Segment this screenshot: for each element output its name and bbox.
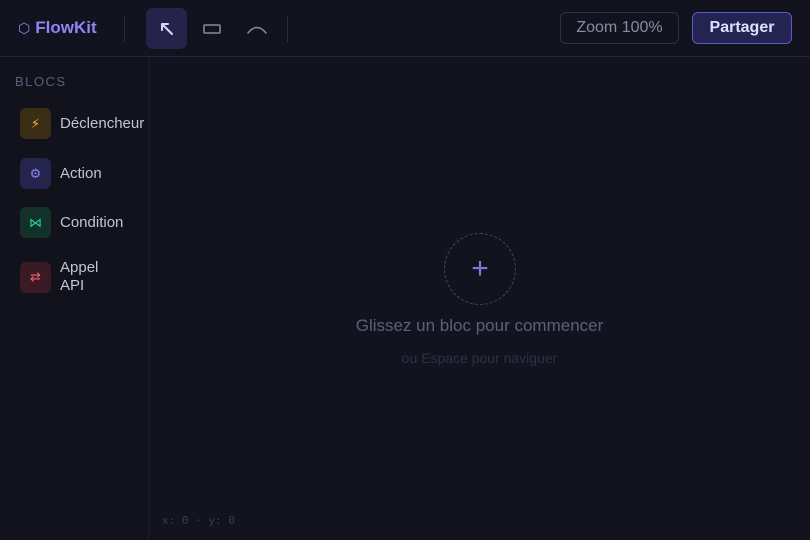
swap-arrows-icon: ⇄ xyxy=(20,261,51,293)
rectangle-icon xyxy=(202,23,221,34)
block-label: Action xyxy=(60,164,102,182)
lightning-icon: ⚡ xyxy=(20,108,51,139)
brand-name: FlowKit xyxy=(35,18,97,37)
empty-state-hint: Glissez un bloc pour commencer xyxy=(355,316,604,335)
block-item-trigger[interactable]: ⚡ Déclencheur xyxy=(20,108,160,139)
select-tool-button[interactable] xyxy=(146,8,187,49)
top-bar: ⬡ FlowKit Zoom 100% Partager xyxy=(0,0,810,57)
block-item-condition[interactable]: ⋈ Condition xyxy=(20,207,160,238)
cursor-arrow-icon xyxy=(160,22,173,35)
connector-tool-button[interactable] xyxy=(236,8,277,49)
block-item-action[interactable]: ⚙ Action xyxy=(20,158,160,189)
toolbar-divider xyxy=(124,16,125,42)
rectangle-tool-button[interactable] xyxy=(191,8,232,49)
plus-icon: + xyxy=(471,252,489,285)
blocks-sidebar: BLOCS ⚡ Déclencheur ⚙ Action ⋈ Condition… xyxy=(0,57,149,540)
toolbar-divider xyxy=(287,16,288,42)
bowtie-icon: ⋈ xyxy=(20,207,51,238)
block-label: Déclencheur xyxy=(60,114,145,132)
zoom-control[interactable]: Zoom 100% xyxy=(560,12,679,44)
block-label: Condition xyxy=(60,213,124,231)
share-button[interactable]: Partager xyxy=(692,12,792,44)
curve-icon xyxy=(246,26,267,34)
block-label: Appel API xyxy=(60,259,99,294)
add-block-dropzone[interactable]: + xyxy=(444,233,516,305)
brand-logo[interactable]: ⬡ FlowKit xyxy=(18,18,97,38)
sidebar-title: BLOCS xyxy=(15,74,67,89)
gear-icon: ⚙ xyxy=(20,158,51,189)
cursor-coordinates: x: 0 · y: 0 xyxy=(162,514,235,527)
flow-canvas[interactable]: + Glissez un bloc pour commencer ou Espa… xyxy=(149,57,810,540)
empty-state-subhint: ou Espace pour naviguer xyxy=(401,350,558,366)
hexagon-icon: ⬡ xyxy=(18,19,31,36)
block-item-api-call[interactable]: ⇄ Appel API xyxy=(20,259,160,295)
